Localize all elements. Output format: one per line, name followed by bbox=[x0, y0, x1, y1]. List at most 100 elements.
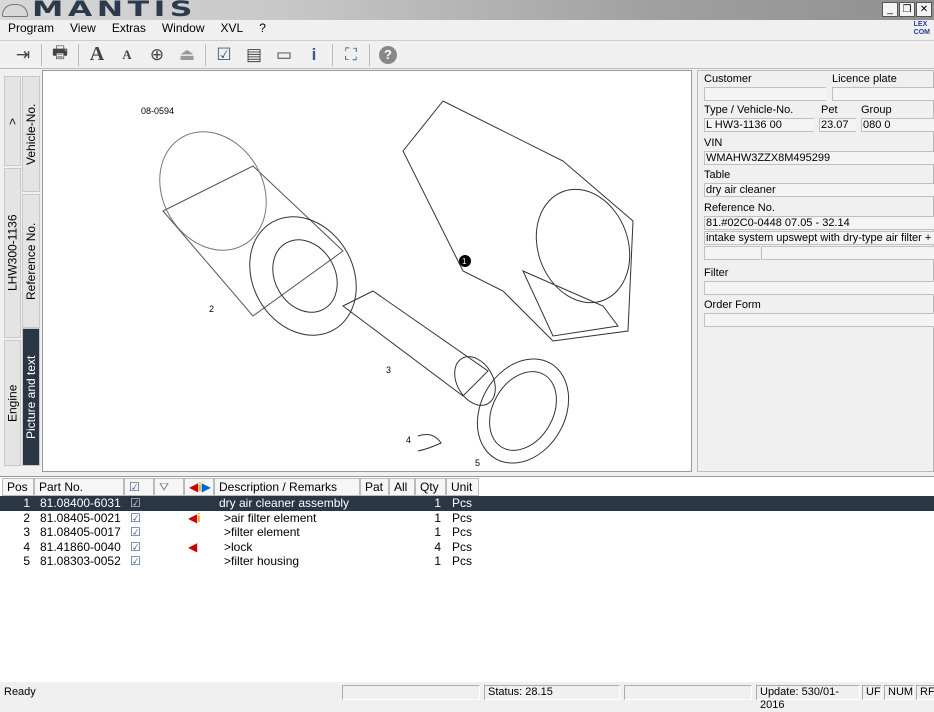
row-qty: 1 bbox=[434, 525, 441, 539]
tab-expand[interactable]: > bbox=[4, 76, 21, 166]
col-pos[interactable]: Pos bbox=[2, 478, 34, 496]
col-filter-icon[interactable]: ⛛ bbox=[154, 478, 184, 496]
close-button[interactable]: ✕ bbox=[916, 2, 932, 17]
callout-4[interactable]: 4 bbox=[406, 435, 411, 445]
group-label: Group bbox=[861, 104, 892, 116]
menu-window[interactable]: Window bbox=[154, 20, 213, 38]
row-pos: 2 bbox=[23, 510, 30, 525]
restore-button[interactable]: ❐ bbox=[899, 2, 915, 17]
table-row[interactable]: 1 81.08400-6031 ☑ dry air cleaner assemb… bbox=[0, 496, 934, 511]
status-pane-empty-2 bbox=[624, 685, 752, 700]
col-unit[interactable]: Unit bbox=[446, 478, 479, 496]
row-pos: 5 bbox=[23, 554, 30, 568]
checked-icon[interactable]: ☑ bbox=[130, 525, 141, 539]
info-marker-icon[interactable]: ◀i bbox=[188, 511, 201, 525]
exploded-view: 08-0594 1 2 3 4 5 bbox=[141, 100, 634, 468]
vin-label: VIN bbox=[704, 137, 723, 149]
info-flashlight-icon[interactable]: i bbox=[299, 43, 329, 67]
fullscreen-icon[interactable]: ⛶ bbox=[336, 43, 366, 67]
row-description: >air filter element bbox=[224, 510, 317, 525]
table-label: Table bbox=[704, 169, 731, 181]
reference-extra-1[interactable] bbox=[704, 246, 760, 260]
group-field[interactable]: 080 0 bbox=[861, 118, 934, 132]
pet-field[interactable]: 23.07 bbox=[819, 118, 856, 132]
callout-3[interactable]: 3 bbox=[386, 365, 391, 375]
checked-icon[interactable]: ☑ bbox=[130, 554, 141, 568]
menu-xvl[interactable]: XVL bbox=[213, 20, 252, 38]
document-icon[interactable]: ▤ bbox=[239, 43, 269, 67]
tab-engine[interactable]: Engine bbox=[4, 340, 21, 466]
col-pat[interactable]: Pat bbox=[360, 478, 389, 496]
row-qty: 4 bbox=[434, 539, 441, 554]
menu-program[interactable]: Program bbox=[0, 20, 62, 38]
row-qty: 1 bbox=[434, 510, 441, 525]
font-small-icon[interactable]: A bbox=[112, 43, 142, 67]
toolbar: ⇥ 🖶 A A ⊕ ⏏ ☑ ▤ ▭ i ⛶ ? bbox=[0, 40, 934, 69]
row-part-no: 81.41860-0040 bbox=[40, 539, 121, 554]
customer-field[interactable] bbox=[704, 87, 826, 101]
parts-drawing[interactable]: 08-0594 1 2 3 4 5 bbox=[42, 70, 692, 472]
zoom-in-icon[interactable]: ⊕ bbox=[142, 43, 172, 67]
part-2-filter-element bbox=[159, 131, 357, 336]
font-large-icon[interactable]: A bbox=[82, 43, 112, 67]
callout-2[interactable]: 2 bbox=[209, 304, 214, 314]
part-3-filter-element bbox=[342, 290, 496, 406]
licence-plate-label: Licence plate bbox=[832, 73, 897, 85]
order-form-field[interactable] bbox=[704, 313, 934, 327]
reference-field[interactable]: 81.#02C0-0448 07.05 - 32.14 bbox=[704, 216, 934, 230]
checked-icon[interactable]: ☑ bbox=[130, 511, 141, 525]
reference-extra-2[interactable] bbox=[761, 246, 934, 260]
stamp-icon[interactable]: ⏏ bbox=[172, 43, 202, 67]
checked-icon[interactable]: ☑ bbox=[130, 496, 141, 510]
printer-icon[interactable]: 🖶 bbox=[45, 43, 75, 67]
row-unit: Pcs bbox=[452, 496, 473, 510]
reference-description[interactable]: intake system upswept with dry-type air … bbox=[704, 231, 934, 245]
help-glyph: ? bbox=[379, 45, 397, 64]
row-description: >filter element bbox=[224, 525, 300, 539]
filter-field[interactable] bbox=[704, 281, 934, 295]
folder-icon[interactable]: ▭ bbox=[269, 43, 299, 67]
menu-extras[interactable]: Extras bbox=[104, 20, 154, 38]
status-bar: Ready Status: 28.15 Update: 530/01-2016 … bbox=[0, 684, 934, 711]
filter-label: Filter bbox=[704, 267, 729, 279]
status-ready: Ready bbox=[4, 686, 36, 698]
col-qty[interactable]: Qty bbox=[415, 478, 446, 496]
col-info-icon[interactable]: ◀i▶ bbox=[184, 478, 214, 496]
status-num: NUM bbox=[884, 685, 914, 700]
licence-plate-field[interactable] bbox=[832, 87, 934, 101]
callout-5[interactable]: 5 bbox=[475, 458, 480, 468]
menu-view[interactable]: View bbox=[62, 20, 104, 38]
col-part-no[interactable]: Part No. bbox=[34, 478, 124, 496]
parts-table: Pos Part No. ☑ ⛛ ◀i▶ Description / Remar… bbox=[0, 476, 934, 682]
status-value: Status: 28.15 bbox=[484, 685, 620, 700]
callout-1[interactable]: 1 bbox=[462, 257, 467, 266]
help-icon[interactable]: ? bbox=[373, 43, 403, 67]
col-all[interactable]: All bbox=[389, 478, 415, 496]
col-check-icon[interactable]: ☑ bbox=[124, 478, 154, 496]
checklist-icon[interactable]: ☑ bbox=[209, 43, 239, 67]
tab-reference-no[interactable]: Reference No. bbox=[22, 194, 40, 328]
arrow-marker-icon[interactable]: ◀ bbox=[188, 540, 197, 554]
exit-icon[interactable]: ⇥ bbox=[8, 43, 38, 67]
order-form-label: Order Form bbox=[704, 299, 761, 311]
status-pane-empty-1 bbox=[342, 685, 480, 700]
row-unit: Pcs bbox=[452, 554, 473, 568]
table-row[interactable]: 2 81.08405-0021 ☑ ◀i >air filter element … bbox=[0, 511, 934, 526]
table-row[interactable]: 5 81.08303-0052 ☑ >filter housing 1 Pcs bbox=[0, 554, 934, 569]
title-bar: MANTIS _ ❐ ✕ bbox=[0, 0, 934, 21]
checked-icon[interactable]: ☑ bbox=[130, 540, 141, 554]
menu-help[interactable]: ? bbox=[251, 20, 274, 38]
row-qty: 1 bbox=[434, 496, 441, 510]
table-row[interactable]: 4 81.41860-0040 ☑ ◀ >lock 4 Pcs bbox=[0, 540, 934, 555]
tab-vehicle-type[interactable]: LHW300-1136 bbox=[4, 168, 21, 338]
table-field[interactable]: dry air cleaner bbox=[704, 183, 934, 197]
minimize-button[interactable]: _ bbox=[882, 2, 898, 17]
row-pos: 1 bbox=[23, 496, 30, 510]
vin-field[interactable]: WMAHW3ZZX8M495299 bbox=[704, 151, 934, 165]
table-row[interactable]: 3 81.08405-0017 ☑ >filter element 1 Pcs bbox=[0, 525, 934, 540]
row-part-no: 81.08405-0017 bbox=[40, 525, 121, 539]
tab-vehicle-no[interactable]: Vehicle-No. bbox=[22, 76, 40, 192]
tab-picture-and-text[interactable]: Picture and text bbox=[22, 328, 40, 466]
col-description[interactable]: Description / Remarks bbox=[214, 478, 360, 496]
type-field[interactable]: L HW3-1136 00 bbox=[704, 118, 814, 132]
